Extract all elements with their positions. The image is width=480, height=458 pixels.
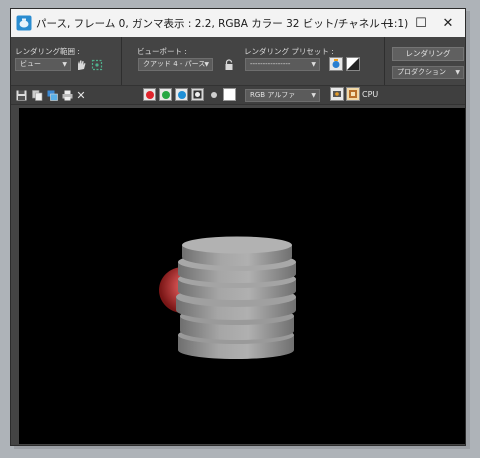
render-preset-dropdown[interactable]: ---------------- ▼ <box>245 58 320 71</box>
blue-channel-icon <box>177 90 186 99</box>
blue-channel-toggle[interactable] <box>175 88 188 101</box>
render-area-value: ビュー <box>20 60 41 68</box>
green-channel-toggle[interactable] <box>159 88 172 101</box>
alpha-channel-toggle[interactable] <box>191 88 204 101</box>
maximize-icon: ☐ <box>415 15 427 31</box>
alpha-channel-icon <box>193 90 202 99</box>
display-channel-dropdown[interactable]: RGB アルファ ▼ <box>245 89 320 102</box>
dropdown-arrow-icon: ▼ <box>204 61 209 68</box>
title-bar[interactable]: パース, フレーム 0, ガンマ表示 : 2.2, RGBA カラー 32 ビッ… <box>11 9 465 37</box>
auto-region-icon[interactable] <box>90 58 103 71</box>
save-image-icon[interactable] <box>15 89 27 101</box>
clear-image-icon[interactable]: ✕ <box>75 89 87 102</box>
render-frame-icon[interactable] <box>346 87 360 101</box>
copy-image-icon[interactable] <box>31 89 43 101</box>
render-preset-label: レンダリング プリセット : <box>244 47 334 56</box>
green-channel-icon <box>161 90 170 99</box>
render-area-label: レンダリング範囲 : <box>15 47 80 56</box>
dropdown-arrow-icon: ▼ <box>311 92 316 99</box>
panel-separator <box>121 37 122 85</box>
cpu-label: CPU <box>362 90 379 99</box>
rendered-scene <box>159 236 296 359</box>
render-button[interactable]: レンダリング <box>392 47 464 61</box>
panel-separator <box>384 37 385 85</box>
app-teapot-icon <box>16 15 32 31</box>
dropdown-arrow-icon: ▼ <box>455 69 460 76</box>
monochrome-dot-icon[interactable] <box>208 89 220 101</box>
render-button-label: レンダリング <box>405 49 451 58</box>
red-channel-icon <box>145 90 154 99</box>
render-preset-value: ---------------- <box>250 60 291 68</box>
stacked-cylinder-disks <box>176 236 296 359</box>
minimize-button[interactable]: — <box>368 9 406 37</box>
red-channel-toggle[interactable] <box>143 88 156 101</box>
window-title: パース, フレーム 0, ガンマ表示 : 2.2, RGBA カラー 32 ビッ… <box>36 18 409 30</box>
display-channel-value: RGB アルファ <box>250 91 296 99</box>
close-icon: ✕ <box>442 15 454 31</box>
toggle-overlay-icon[interactable] <box>330 87 344 101</box>
minimize-icon: — <box>380 15 394 31</box>
swatch-color-box[interactable] <box>223 88 236 101</box>
viewport-dropdown[interactable]: クアッド 4 - パース ▼ <box>138 58 213 71</box>
render-mode-value: プロダクション <box>397 68 446 76</box>
viewport-value: クアッド 4 - パース <box>143 60 206 68</box>
lock-icon[interactable] <box>222 58 235 71</box>
environment-effects-icon[interactable] <box>346 57 360 71</box>
pan-hand-icon[interactable] <box>74 58 87 71</box>
render-frame-window: パース, フレーム 0, ガンマ表示 : 2.2, RGBA カラー 32 ビッ… <box>10 8 466 446</box>
render-setup-icon[interactable] <box>329 57 343 71</box>
clone-window-icon[interactable] <box>46 89 58 101</box>
dropdown-arrow-icon: ▼ <box>311 61 316 68</box>
viewport-label: ビューポート : <box>137 47 187 56</box>
render-area-dropdown[interactable]: ビュー ▼ <box>15 58 71 71</box>
dropdown-arrow-icon: ▼ <box>62 61 67 68</box>
render-mode-dropdown[interactable]: プロダクション ▼ <box>392 66 464 79</box>
print-image-icon[interactable] <box>61 89 73 101</box>
render-viewport[interactable] <box>19 108 465 444</box>
close-button[interactable]: ✕ <box>429 9 465 37</box>
